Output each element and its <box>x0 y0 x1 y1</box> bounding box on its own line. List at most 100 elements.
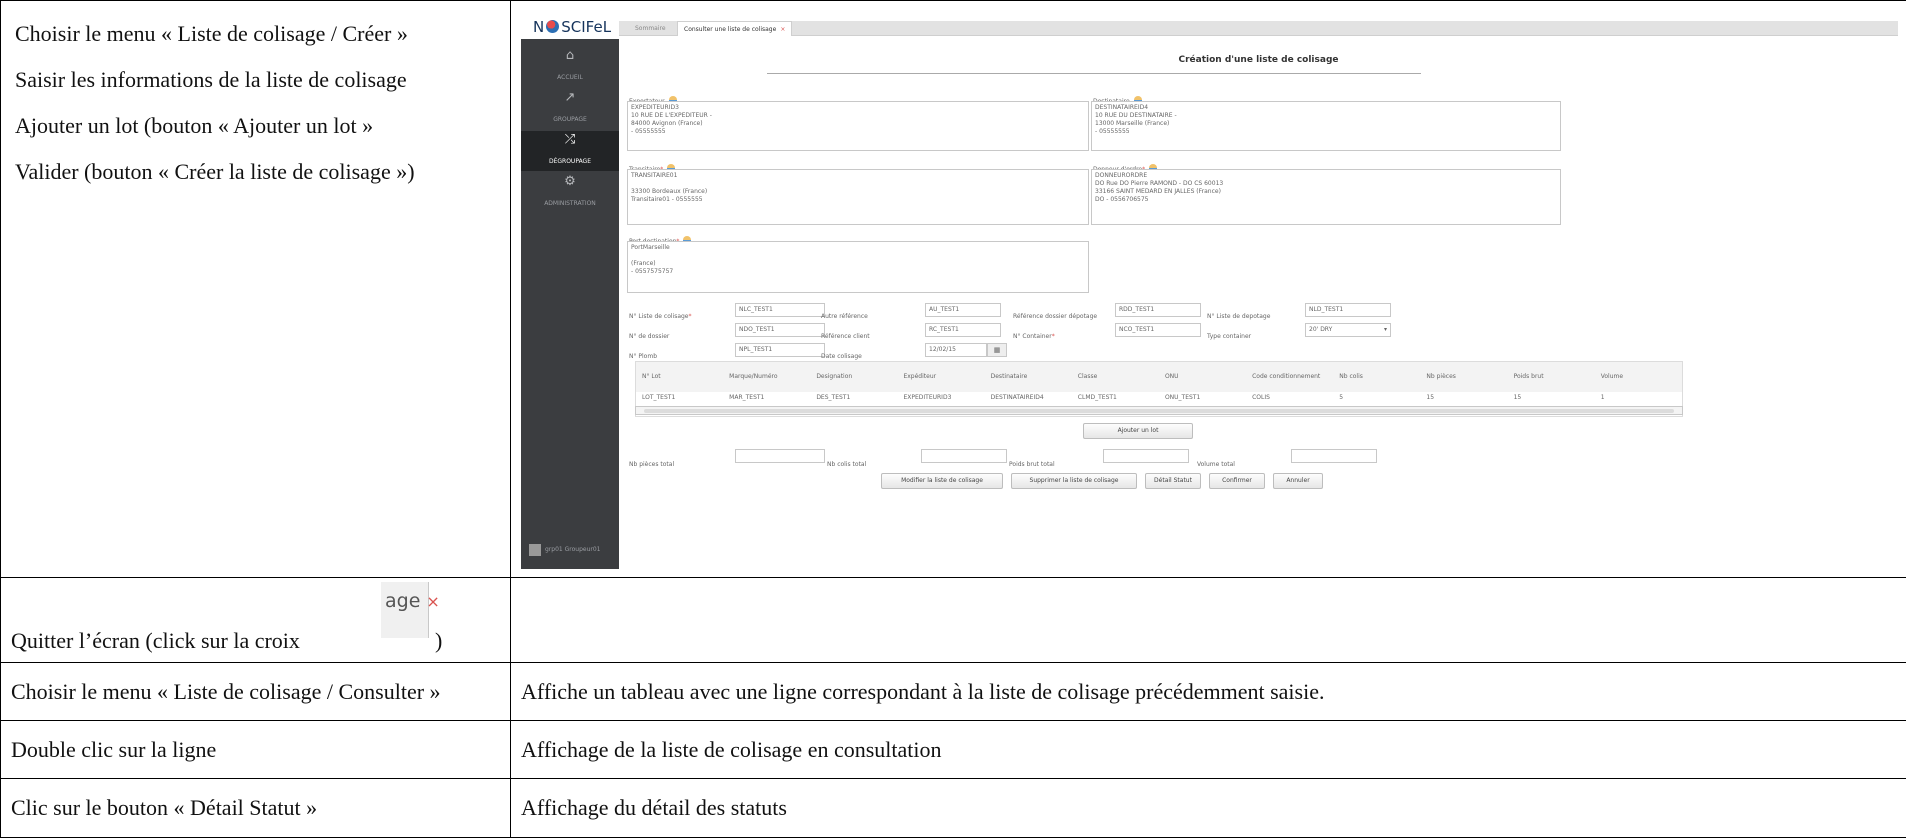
sidebar-item-administration[interactable]: ⚙ADMINISTRATION <box>521 173 619 213</box>
grid-header[interactable]: Expéditeur <box>897 362 984 392</box>
volume-total-input[interactable] <box>1291 449 1377 463</box>
step-4: Valider (bouton « Créer la liste de coli… <box>15 157 496 203</box>
grid-cell: 1 <box>1595 392 1682 404</box>
form-title: Création d'une liste de colisage <box>619 47 1898 73</box>
grid-cell: 5 <box>1333 392 1420 404</box>
sidebar-item-groupage[interactable]: ↗ GROUPAGE <box>521 89 619 129</box>
donneur-field[interactable]: DONNEURORDRE DO Rue DO Pierre RAMOND - D… <box>1091 169 1561 225</box>
result-cell: Affichage du détail des statuts <box>511 779 1906 838</box>
groupage-icon: ↗ <box>521 89 619 107</box>
grid-header[interactable]: Classe <box>1072 362 1159 392</box>
sidebar: NSCIFeL ⌂ACCUEIL ↗ GROUPAGE ⤮ DÉGROUPAGE ⚙… <box>521 9 619 569</box>
grid-header[interactable]: Volume <box>1595 362 1682 392</box>
ndo-input[interactable]: NDO_TEST1 <box>735 323 825 337</box>
grid-cell: 15 <box>1420 392 1507 404</box>
grid-cell: LOT_TEST1 <box>636 392 723 404</box>
app-screenshot: NSCIFeL ⌂ACCUEIL ↗ GROUPAGE ⤮ DÉGROUPAGE ⚙… <box>521 9 1898 569</box>
quit-step: Quitter l’écran (click sur la croix <box>11 628 300 654</box>
user-block: grp01 Groupeur01 <box>529 537 601 563</box>
shuffle-icon: ⤮ <box>521 131 619 149</box>
port-field[interactable]: PortMarseille (France) - 0557575757 <box>627 241 1089 293</box>
step-1: Choisir le menu « Liste de colisage / Cr… <box>15 19 496 65</box>
grid-cell: 15 <box>1508 392 1595 404</box>
sidebar-label: DÉGROUPAGE <box>549 158 591 165</box>
action-cell: Choisir le menu « Liste de colisage / Co… <box>1 663 511 721</box>
logo-n: N <box>533 18 544 36</box>
tab-sommaire[interactable]: Sommaire <box>629 21 672 36</box>
chevron-down-icon: ▾ <box>1384 324 1387 336</box>
grid-header[interactable]: N° Lot <box>636 362 723 392</box>
logo-icon <box>546 20 559 33</box>
title-divider <box>767 73 1421 74</box>
calendar-icon[interactable]: ▦ <box>987 343 1007 357</box>
grid-header[interactable]: Destinataire <box>985 362 1072 392</box>
supprimer-button[interactable]: Supprimer la liste de colisage <box>1011 473 1137 489</box>
grid-cell: MAR_TEST1 <box>723 392 810 404</box>
close-icon[interactable]: × <box>780 26 785 33</box>
grid-cell: DESTINATAIREID4 <box>985 392 1072 404</box>
nco-label: N° Container* <box>1013 324 1055 350</box>
horizontal-scrollbar[interactable] <box>635 406 1683 415</box>
sidebar-item-degroupage[interactable]: ⤮ DÉGROUPAGE <box>521 131 619 171</box>
avatar <box>529 544 541 556</box>
transitaire-field[interactable]: TRANSITAIRE01 33300 Bordeaux (France) Tr… <box>627 169 1089 225</box>
procedure-table: Choisir le menu « Liste de colisage / Cr… <box>0 0 1906 838</box>
rc-input[interactable]: RC_TEST1 <box>925 323 1001 337</box>
autre-input[interactable]: AU_TEST1 <box>925 303 1001 317</box>
type-select[interactable]: 20' DRY ▾ <box>1305 323 1391 337</box>
table-row[interactable]: LOT_TEST1 MAR_TEST1 DES_TEST1 EXPEDITEUR… <box>636 392 1682 404</box>
confirmer-button[interactable]: Confirmer <box>1209 473 1265 489</box>
grid-header-row: N° Lot Marque/Numéro Designation Expédit… <box>636 362 1682 392</box>
colis-total-input[interactable] <box>921 449 1007 463</box>
steps-cell: Choisir le menu « Liste de colisage / Cr… <box>1 1 511 578</box>
add-lot-button[interactable]: Ajouter un lot <box>1083 423 1193 439</box>
tab-bar: Sommaire Consulter une liste de colisage… <box>619 21 1898 36</box>
scroll-thumb[interactable] <box>644 409 1674 413</box>
result-cell: Affichage de la liste de colisage en con… <box>511 721 1906 779</box>
date-input[interactable]: 12/02/15 <box>925 343 987 357</box>
step-2: Saisir les informations de la liste de c… <box>15 65 496 111</box>
sidebar-item-accueil[interactable]: ⌂ACCUEIL <box>521 47 619 87</box>
croix-text: age <box>385 590 420 612</box>
grid-header[interactable]: ONU <box>1159 362 1246 392</box>
close-tab-snippet: age× <box>381 582 429 638</box>
destinataire-field[interactable]: DESTINATAIREID4 10 RUE DU DESTINATAIRE -… <box>1091 101 1561 151</box>
grid-header[interactable]: Nb colis <box>1333 362 1420 392</box>
poids-total-input[interactable] <box>1103 449 1189 463</box>
tab-consulter[interactable]: Consulter une liste de colisage × <box>677 21 792 36</box>
pieces-total-input[interactable] <box>735 449 825 463</box>
exportateur-field[interactable]: EXPEDITEURID3 10 RUE DE L'EXPEDITEUR - 8… <box>627 101 1089 151</box>
action-cell: Double clic sur la ligne <box>1 721 511 779</box>
type-select-value: 20' DRY <box>1309 326 1332 333</box>
grid-header[interactable]: Designation <box>810 362 897 392</box>
nco-label-text: N° Container <box>1013 333 1052 340</box>
grid-header[interactable]: Nb pièces <box>1420 362 1507 392</box>
annuler-button[interactable]: Annuler <box>1273 473 1323 489</box>
grid-header[interactable]: Poids brut <box>1508 362 1595 392</box>
lots-table: N° Lot Marque/Numéro Designation Expédit… <box>636 362 1682 404</box>
npl-input[interactable]: NPL_TEST1 <box>735 343 825 357</box>
type-label: Type container <box>1207 324 1251 350</box>
grid-header[interactable]: Marque/Numéro <box>723 362 810 392</box>
nlc-input[interactable]: NLC_TEST1 <box>735 303 825 317</box>
logo: NSCIFeL <box>521 9 619 39</box>
grid-cell: EXPEDITEURID3 <box>897 392 984 404</box>
detail-statut-button[interactable]: Détail Statut <box>1145 473 1201 489</box>
colis-total-label: Nb colis total <box>827 452 866 478</box>
rdd-input[interactable]: RDD_TEST1 <box>1115 303 1201 317</box>
home-icon: ⌂ <box>521 47 619 65</box>
user-role: Groupeur01 <box>565 546 601 553</box>
action-cell: Clic sur le bouton « Détail Statut » <box>1 779 511 838</box>
tab-label: Consulter une liste de colisage <box>684 26 776 33</box>
quit-step-cell: age× Quitter l’écran (click sur la croix… <box>1 578 511 663</box>
nco-input[interactable]: NCO_TEST1 <box>1115 323 1201 337</box>
sidebar-label: GROUPAGE <box>553 116 587 123</box>
grid-header[interactable]: Code conditionnement <box>1246 362 1333 392</box>
quit-step-close: ) <box>435 628 442 654</box>
nlc-label-text: N° Liste de colisage <box>629 313 689 320</box>
grid-cell: DES_TEST1 <box>810 392 897 404</box>
nld-input[interactable]: NLD_TEST1 <box>1305 303 1391 317</box>
gears-icon: ⚙ <box>521 173 619 191</box>
user-name: grp01 <box>545 546 563 553</box>
modifier-button[interactable]: Modifier la liste de colisage <box>881 473 1003 489</box>
